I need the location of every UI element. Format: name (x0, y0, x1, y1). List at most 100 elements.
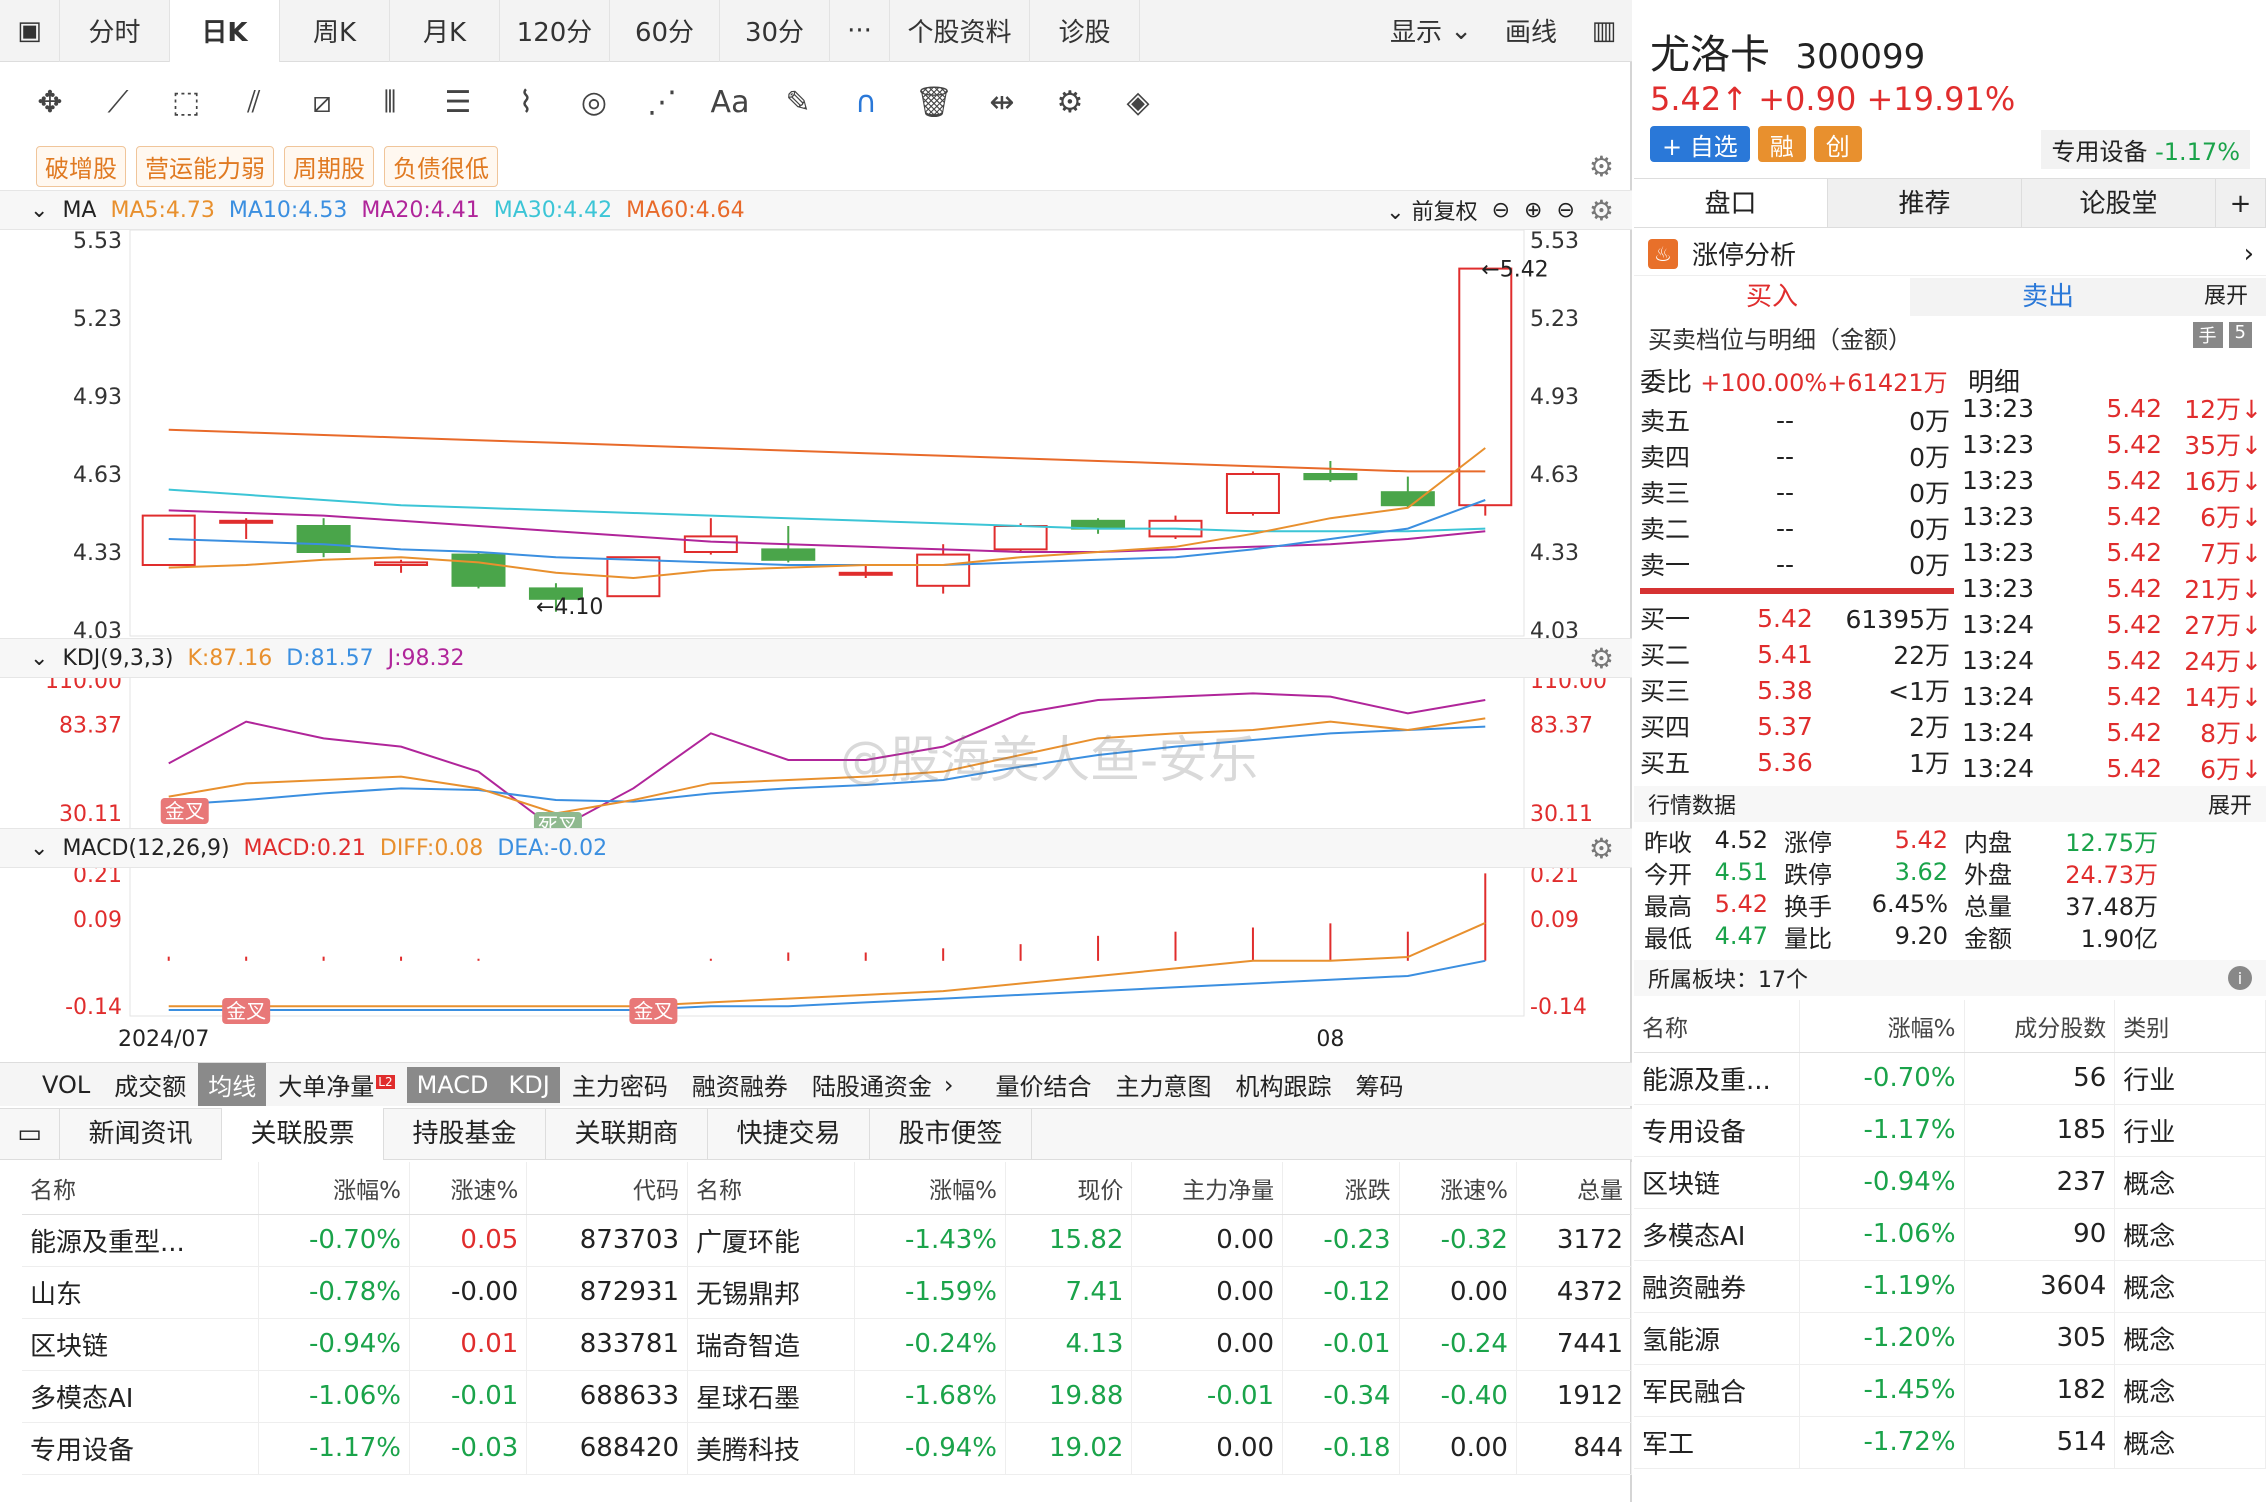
ask-row[interactable]: 卖五 -- 0万 (1640, 402, 1954, 438)
candle[interactable] (683, 535, 738, 553)
candle[interactable] (761, 548, 816, 561)
tab-daily-k[interactable]: 日K (170, 0, 280, 62)
tab-pankou[interactable]: 盘口 (1634, 179, 1828, 227)
gear-icon[interactable]: ⚙ (1589, 832, 1614, 865)
bid-row[interactable]: 买一 5.42 61395万 (1640, 600, 1954, 636)
magnet-icon[interactable]: ∩ (846, 82, 886, 122)
indicator-tab[interactable]: VOL (30, 1071, 102, 1099)
indicator-tab[interactable]: MACD (406, 1066, 499, 1103)
tab-fenshi[interactable]: 分时 (60, 0, 170, 62)
text-tool-icon[interactable]: Aa (710, 82, 750, 122)
candle[interactable] (1458, 267, 1513, 507)
close-indicator-icon[interactable]: ⊖ (1556, 198, 1574, 223)
add-watchlist-button[interactable]: + 自选 (1650, 126, 1750, 162)
table-row[interactable]: 区块链 -0.94% 237 概念 (1634, 1156, 2266, 1209)
tab-30min[interactable]: 30分 (720, 0, 830, 62)
split-icon[interactable]: ⇹ (982, 82, 1022, 122)
chinext-badge[interactable]: 创 (1813, 126, 1862, 162)
table-row[interactable]: 山东 -0.78% -0.00 872931 无锡鼎邦 -1.59% 7.41 0.00 -0.… (22, 1266, 1633, 1319)
tab-weekly-k[interactable]: 周K (280, 0, 390, 62)
limit-up-analysis[interactable]: ♨ 涨停分析 › (1634, 232, 2266, 276)
hand-icon[interactable]: 手 (2192, 322, 2223, 348)
column-header[interactable]: 现价 (1005, 1162, 1133, 1215)
table-row[interactable]: 能源及重... -0.70% 56 行业 (1634, 1052, 2266, 1105)
gann-tool-icon[interactable]: ⋰ (642, 82, 682, 122)
candle[interactable] (451, 553, 506, 587)
indicator-tab[interactable]: 机构跟踪 (1223, 1067, 1343, 1102)
table-row[interactable]: 融资融券 -1.19% 3604 概念 (1634, 1260, 2266, 1313)
indicator-tab[interactable]: 陆股通资金 (800, 1067, 944, 1102)
column-header[interactable]: 名称 (1634, 1000, 1801, 1053)
column-header[interactable]: 涨速% (409, 1162, 528, 1215)
tab-quick-trade[interactable]: 快捷交易 (708, 1108, 870, 1160)
tag[interactable]: 周期股 (284, 145, 374, 187)
buy-tab[interactable]: 买入 (1634, 278, 1910, 316)
tab-news[interactable]: 新闻资讯 (60, 1108, 222, 1160)
tab-notes[interactable]: 股市便签 (870, 1108, 1032, 1160)
table-row[interactable]: 多模态AI -1.06% -0.01 688633 星球石墨 -1.68% 19.88 -0.… (22, 1370, 1633, 1423)
column-header[interactable]: 主力净量 (1131, 1162, 1284, 1215)
indicator-tab[interactable]: 主力意图 (1103, 1067, 1223, 1102)
table-row[interactable]: 专用设备 -1.17% -0.03 688420 美腾科技 -0.94% 19.02 0.00… (22, 1422, 1633, 1475)
sell-tab[interactable]: 卖出 (1910, 278, 2186, 316)
panel-collapse-icon[interactable]: ▭ (0, 1108, 60, 1160)
info-icon[interactable]: i (2228, 966, 2252, 990)
wave-tool-icon[interactable]: ⌇ (506, 82, 546, 122)
column-header[interactable]: 名称 (22, 1162, 260, 1215)
column-header[interactable]: 涨幅% (1799, 1000, 1965, 1053)
candle[interactable] (1225, 473, 1280, 514)
table-row[interactable]: 区块链 -0.94% 0.01 833781 瑞奇智造 -0.24% 4.13 0.00 -0.… (22, 1318, 1633, 1371)
bid-row[interactable]: 买五 5.36 1万 (1640, 744, 1954, 780)
line-tool-icon[interactable]: ⟋ (98, 82, 138, 122)
layers-icon[interactable]: ◈ (1118, 82, 1158, 122)
column-header[interactable]: 成分股数 (1964, 1000, 2116, 1053)
candle[interactable] (374, 561, 429, 566)
bid-row[interactable]: 买三 5.38 <1万 (1640, 672, 1954, 708)
five-icon[interactable]: 5 (2228, 322, 2252, 348)
quote-expand[interactable]: 展开 (2208, 788, 2252, 820)
bid-row[interactable]: 买二 5.41 22万 (1640, 636, 1954, 672)
tag[interactable]: 负债很低 (384, 145, 498, 187)
ask-row[interactable]: 卖三 -- 0万 (1640, 474, 1954, 510)
tab-related-stocks[interactable]: 关联股票 (222, 1108, 384, 1160)
margin-badge[interactable]: 融 (1757, 126, 1806, 162)
column-header[interactable]: 涨幅% (258, 1162, 410, 1215)
indicator-tab[interactable]: 大单净量 L2 (266, 1067, 406, 1102)
panel-toggle-icon[interactable]: ▣ (0, 0, 60, 62)
column-header[interactable]: 名称 (687, 1162, 856, 1215)
column-header[interactable]: 代码 (526, 1162, 689, 1215)
candle[interactable] (993, 525, 1048, 551)
cycle-tool-icon[interactable]: ◎ (574, 82, 614, 122)
tab-monthly-k[interactable]: 月K (390, 0, 500, 62)
ask-row[interactable]: 卖四 -- 0万 (1640, 438, 1954, 474)
candle[interactable] (838, 571, 893, 576)
rect-tool-icon[interactable]: ⬚ (166, 82, 206, 122)
tab-120min[interactable]: 120分 (500, 0, 610, 62)
column-header[interactable]: 涨幅% (854, 1162, 1006, 1215)
expand-button[interactable]: 展开 (2186, 278, 2266, 316)
table-row[interactable]: 军民融合 -1.45% 182 概念 (1634, 1364, 2266, 1417)
indicator-tab[interactable]: 主力密码 (560, 1067, 680, 1102)
column-header[interactable]: 总量 (1516, 1162, 1633, 1215)
tab-recommend[interactable]: 推荐 (1828, 179, 2022, 227)
column-header[interactable]: 类别 (2114, 1000, 2266, 1053)
trash-icon[interactable]: 🗑 (914, 82, 954, 122)
tab-diagnosis[interactable]: 诊股 (1030, 0, 1140, 62)
fan-tool-icon[interactable]: ⫽ (234, 82, 274, 122)
chevron-down-icon[interactable]: ⌄ (30, 198, 48, 223)
draw-line-button[interactable]: 画线 (1486, 0, 1576, 62)
channel-tool-icon[interactable]: ⧄ (302, 82, 342, 122)
chevron-right-icon[interactable]: › (944, 1071, 984, 1099)
zoom-out-icon[interactable]: ⊖ (1492, 198, 1510, 223)
gear-icon[interactable]: ⚙ (1589, 194, 1614, 227)
move-icon[interactable]: ✥ (30, 82, 70, 122)
adjust-select[interactable]: ⌄ 前复权 (1386, 194, 1477, 226)
gear-icon[interactable]: ⚙ (1589, 150, 1614, 183)
column-header[interactable]: 涨速% (1399, 1162, 1517, 1215)
chevron-down-icon[interactable]: ⌄ (30, 646, 48, 671)
add-tab-button[interactable]: + (2216, 179, 2266, 227)
tab-forum[interactable]: 论股堂 (2022, 179, 2216, 227)
sidebar-toggle-icon[interactable]: ▥ (1576, 0, 1632, 62)
table-row[interactable]: 军工 -1.72% 514 概念 (1634, 1416, 2266, 1469)
indicator-tab[interactable]: 均线 (198, 1063, 267, 1106)
